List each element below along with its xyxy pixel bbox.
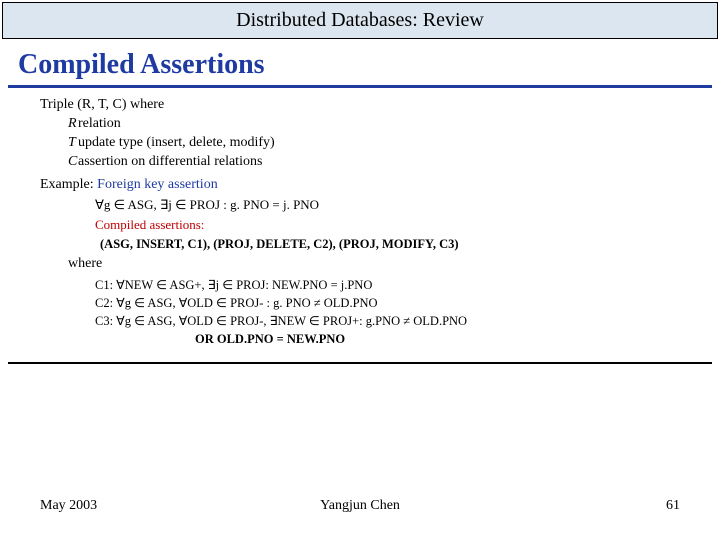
compiled-assertions-list: (ASG, INSERT, C1), (PROJ, DELETE, C2), (… [40, 236, 680, 253]
def-row-C: C assertion on differential relations [40, 153, 680, 172]
header-bar: Distributed Databases: Review [2, 2, 718, 39]
c1-formula: C1: ∀NEW ∈ ASG+, ∃j ∈ PROJ: NEW.PNO = j.… [40, 277, 680, 294]
title-underline [8, 85, 712, 88]
def-sym-T: T [40, 134, 78, 153]
footer-author: Yangjun Chen [320, 498, 400, 514]
def-row-T: T update type (insert, delete, modify) [40, 134, 680, 153]
c3a-formula: C3: ∀g ∈ ASG, ∀OLD ∈ PROJ-, ∃NEW ∈ PROJ+… [40, 313, 680, 330]
def-sym-R: R [40, 115, 78, 134]
compiled-list-text: (ASG, INSERT, C1), (PROJ, DELETE, C2), (… [100, 237, 459, 251]
bottom-divider [8, 362, 712, 364]
compiled-assertions-label: Compiled assertions: [40, 216, 680, 234]
header-title: Distributed Databases: Review [236, 9, 484, 31]
example-name: Foreign key assertion [97, 177, 218, 192]
footer: May 2003 Yangjun Chen 61 [0, 498, 720, 514]
def-desc-T: update type (insert, delete, modify) [78, 134, 680, 153]
footer-page-number: 61 [666, 498, 680, 514]
def-desc-C: assertion on differential relations [78, 153, 680, 172]
def-sym-C: C [40, 153, 78, 172]
footer-date: May 2003 [40, 498, 97, 514]
c3b-formula: OR OLD.PNO = NEW.PNO [40, 331, 680, 348]
fk-formula: ∀g ∈ ASG, ∃j ∈ PROJ : g. PNO = j. PNO [40, 196, 680, 214]
slide-content: Triple (R, T, C) where R relation T upda… [0, 94, 720, 348]
c2-formula: C2: ∀g ∈ ASG, ∀OLD ∈ PROJ- : g. PNO ≠ OL… [40, 295, 680, 312]
def-desc-R: relation [78, 115, 680, 134]
where-label: where [40, 255, 680, 274]
example-label: Example: [40, 177, 94, 192]
example-line: Example: Foreign key assertion [40, 176, 680, 195]
triple-label: Triple (R, T, C) where [40, 96, 680, 115]
slide-title: Compiled Assertions [0, 41, 720, 85]
def-row-R: R relation [40, 115, 680, 134]
